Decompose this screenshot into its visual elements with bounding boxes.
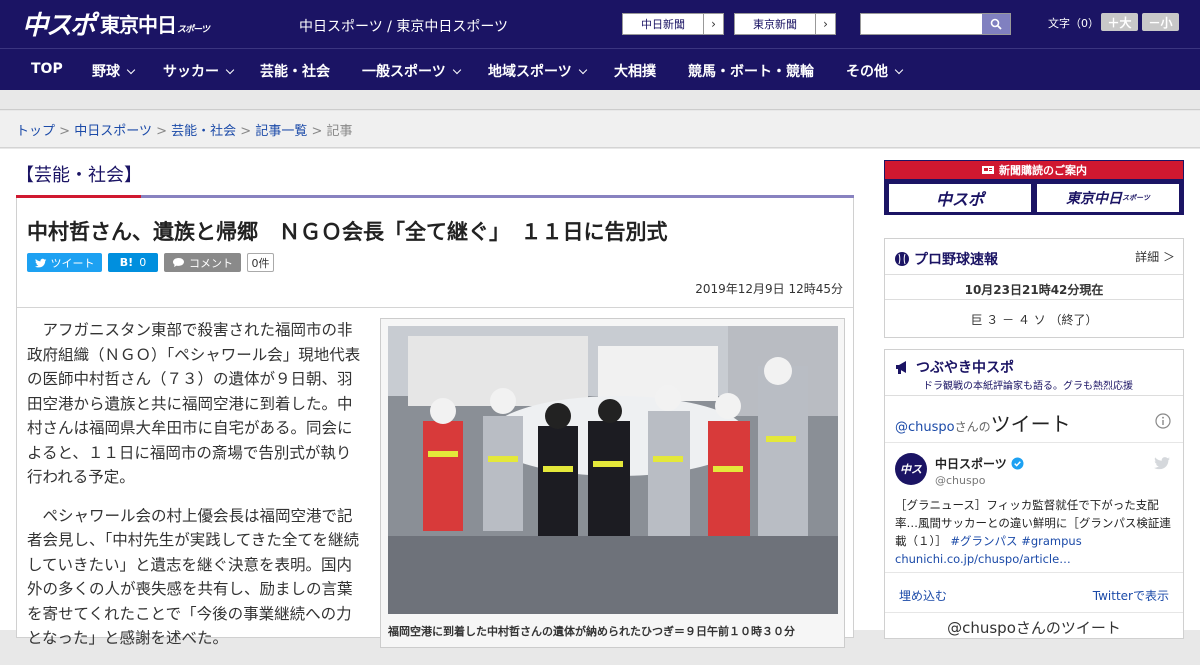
chevron-down-icon: [126, 65, 136, 75]
article-photo[interactable]: 福岡空港に到着した中村哲さんの遺体が納められたひつぎ＝９日午前１０時３０分: [380, 318, 845, 648]
chevron-right-icon: ›: [703, 14, 723, 34]
chuspo-subscribe-logo: 中スポ: [888, 183, 1032, 213]
verified-badge-icon: [1011, 457, 1024, 470]
divider: [885, 572, 1183, 573]
breadcrumb: トップ > 中日スポーツ > 芸能・社会 > 記事一覧 > 記事: [0, 111, 1200, 148]
view-on-twitter-link[interactable]: Twitterで表示: [1093, 587, 1169, 604]
chevron-down-icon: [225, 65, 235, 75]
font-smaller-button[interactable]: －小: [1142, 13, 1179, 31]
breadcrumb-separator: >: [59, 124, 71, 139]
baseball-scoreboard: プロ野球速報 詳細 ＞ 10月23日21時42分現在 巨 ３ － ４ ソ （終了…: [884, 238, 1184, 338]
nav-general-sports[interactable]: 一般スポーツ: [362, 61, 461, 81]
twitter-widget-title: つぶやき中スポ: [894, 357, 1014, 377]
tweets-by-heading: @chuspoさんのツイート: [895, 412, 1071, 436]
twitter-bird-icon: [34, 258, 46, 267]
breadcrumb-separator: >: [156, 124, 167, 139]
logo-tokyo-chunichi: 東京中日スポーツ: [100, 12, 210, 37]
baseball-title: プロ野球速報: [894, 249, 998, 269]
divider: [885, 274, 1183, 275]
nav-baseball[interactable]: 野球: [92, 61, 136, 81]
article-headline: 中村哲さん、遺族と帰郷 ＮＧＯ会長「全て継ぐ」 １１日に告別式: [27, 220, 668, 244]
divider: [885, 395, 1183, 396]
nav-other[interactable]: その他: [846, 61, 904, 81]
chevron-down-icon: [452, 65, 461, 75]
tweets-footer: @chuspoさんのツイート: [947, 619, 1121, 637]
divider: [885, 299, 1183, 300]
hatena-count: 0: [139, 256, 147, 269]
nav-local-sports[interactable]: 地域スポーツ: [488, 61, 587, 81]
breadcrumb-current: 記事: [326, 124, 353, 139]
tweet-text: ［グラニュース］フィッカ監督就任で下がった支配率…風間サッカーとの違い鮮明に［グ…: [895, 496, 1175, 568]
tweet-link[interactable]: chunichi.co.jp/chuspo/article…: [895, 550, 1175, 568]
tokyo-chunichi-subscribe-logo: 東京中日 スポーツ: [1036, 183, 1180, 213]
main-content: 【芸能・社会】 中村哲さん、遺族と帰郷 ＮＧＯ会長「全て継ぐ」 １１日に告別式 …: [0, 149, 1200, 648]
divider: [885, 612, 1183, 613]
nav-soccer[interactable]: サッカー: [163, 61, 235, 81]
search-box: [860, 13, 1011, 35]
newspaper-icon: [982, 166, 994, 174]
twitter-widget-subtitle: ドラ観戦の本紙評論家も語る。グラも熱烈応援: [923, 381, 1133, 392]
twitter-widget: つぶやき中スポ ドラ観戦の本紙評論家も語る。グラも熱烈応援 @chuspoさんの…: [884, 349, 1184, 639]
category-heading: 【芸能・社会】: [16, 165, 142, 186]
baseball-as-of: 10月23日21時42分現在: [964, 283, 1104, 297]
site-logo[interactable]: 中スポ 東京中日スポーツ: [22, 8, 210, 41]
twitter-bird-icon[interactable]: [1154, 456, 1171, 470]
tweet-hashtags[interactable]: #グランパス #grampus: [950, 534, 1081, 548]
info-icon[interactable]: [1155, 413, 1171, 429]
breadcrumb-article-list[interactable]: 記事一覧: [255, 124, 307, 139]
comment-button[interactable]: コメント: [164, 253, 241, 272]
tweet-button[interactable]: ツイート: [27, 253, 102, 272]
speech-bubble-icon: [173, 258, 184, 267]
divider: [17, 307, 853, 308]
breadcrumb-top[interactable]: トップ: [16, 124, 55, 139]
photo-image: [388, 326, 838, 614]
search-icon: [990, 18, 1002, 30]
chunichi-shimbun-link[interactable]: 中日新聞 ›: [622, 13, 724, 35]
chevron-down-icon: [578, 65, 587, 75]
megaphone-icon: [896, 361, 906, 374]
subscription-banner-header: 新聞購読のご案内: [885, 161, 1183, 179]
chevron-down-icon: [894, 65, 904, 75]
search-button[interactable]: [982, 14, 1010, 34]
breadcrumb-separator: >: [311, 124, 323, 139]
comment-count: 0件: [247, 253, 274, 272]
embed-link[interactable]: 埋め込む: [899, 587, 947, 604]
article-paragraph: アフガニスタン東部で殺害された福岡市の非政府組織（ＮＧＯ）「ペシャワール会」現地…: [27, 321, 361, 486]
breadcrumb-separator: >: [240, 124, 252, 139]
main-nav: TOP 野球 サッカー 芸能・社会 一般スポーツ 地域スポーツ 大相撲 競馬・ボ…: [0, 48, 1200, 90]
avatar[interactable]: 中ス: [895, 453, 927, 485]
site-header: 中スポ 東京中日スポーツ 中日スポーツ / 東京中日スポーツ 中日新聞 › 東京…: [0, 0, 1200, 48]
baseball-score[interactable]: 巨 ３ － ４ ソ （終了）: [885, 311, 1183, 328]
article: 中村哲さん、遺族と帰郷 ＮＧＯ会長「全て継ぐ」 １１日に告別式 ツイート B! …: [16, 198, 854, 648]
nav-entertainment[interactable]: 芸能・社会: [260, 61, 330, 81]
nav-top[interactable]: TOP: [31, 61, 63, 77]
baseball-detail-link[interactable]: 詳細 ＞: [1135, 248, 1175, 265]
subscription-banner[interactable]: 新聞購読のご案内 中スポ 東京中日 スポーツ: [884, 160, 1184, 215]
nav-sumo[interactable]: 大相撲: [614, 61, 656, 81]
divider: [885, 442, 1183, 443]
logo-chuspo: 中スポ: [22, 10, 96, 41]
photo-caption: 福岡空港に到着した中村哲さんの遺体が納められたひつぎ＝９日午前１０時３０分: [388, 625, 795, 638]
tokyo-shimbun-link[interactable]: 東京新聞 ›: [734, 13, 836, 35]
spacer-band: [0, 90, 1200, 110]
hatena-bookmark-button[interactable]: B! 0: [108, 253, 158, 272]
article-paragraph: ペシャワール会の村上優会長は福岡空港で記者会見し、「中村先生が実践してきた全てを…: [27, 506, 360, 648]
nav-racing[interactable]: 競馬・ボート・競輪: [688, 61, 814, 81]
site-name: 中日スポーツ / 東京中日スポーツ: [299, 19, 509, 35]
tweet-account-handle[interactable]: @chuspo: [935, 474, 985, 487]
hatena-icon: B!: [119, 256, 134, 269]
breadcrumb-chuspo[interactable]: 中日スポーツ: [74, 124, 152, 139]
tweet-account-name[interactable]: 中日スポーツ: [935, 455, 1024, 472]
font-larger-button[interactable]: ＋大: [1101, 13, 1138, 31]
font-size-label: 文字（0）: [1048, 17, 1099, 30]
search-input[interactable]: [861, 14, 982, 34]
chevron-right-icon: ›: [815, 14, 835, 34]
breadcrumb-entertainment[interactable]: 芸能・社会: [171, 124, 236, 139]
baseball-icon: [895, 252, 909, 266]
article-body: アフガニスタン東部で殺害された福岡市の非政府組織（ＮＧＯ）「ペシャワール会」現地…: [27, 318, 365, 665]
article-date: 2019年12月9日 12時45分: [695, 282, 843, 296]
